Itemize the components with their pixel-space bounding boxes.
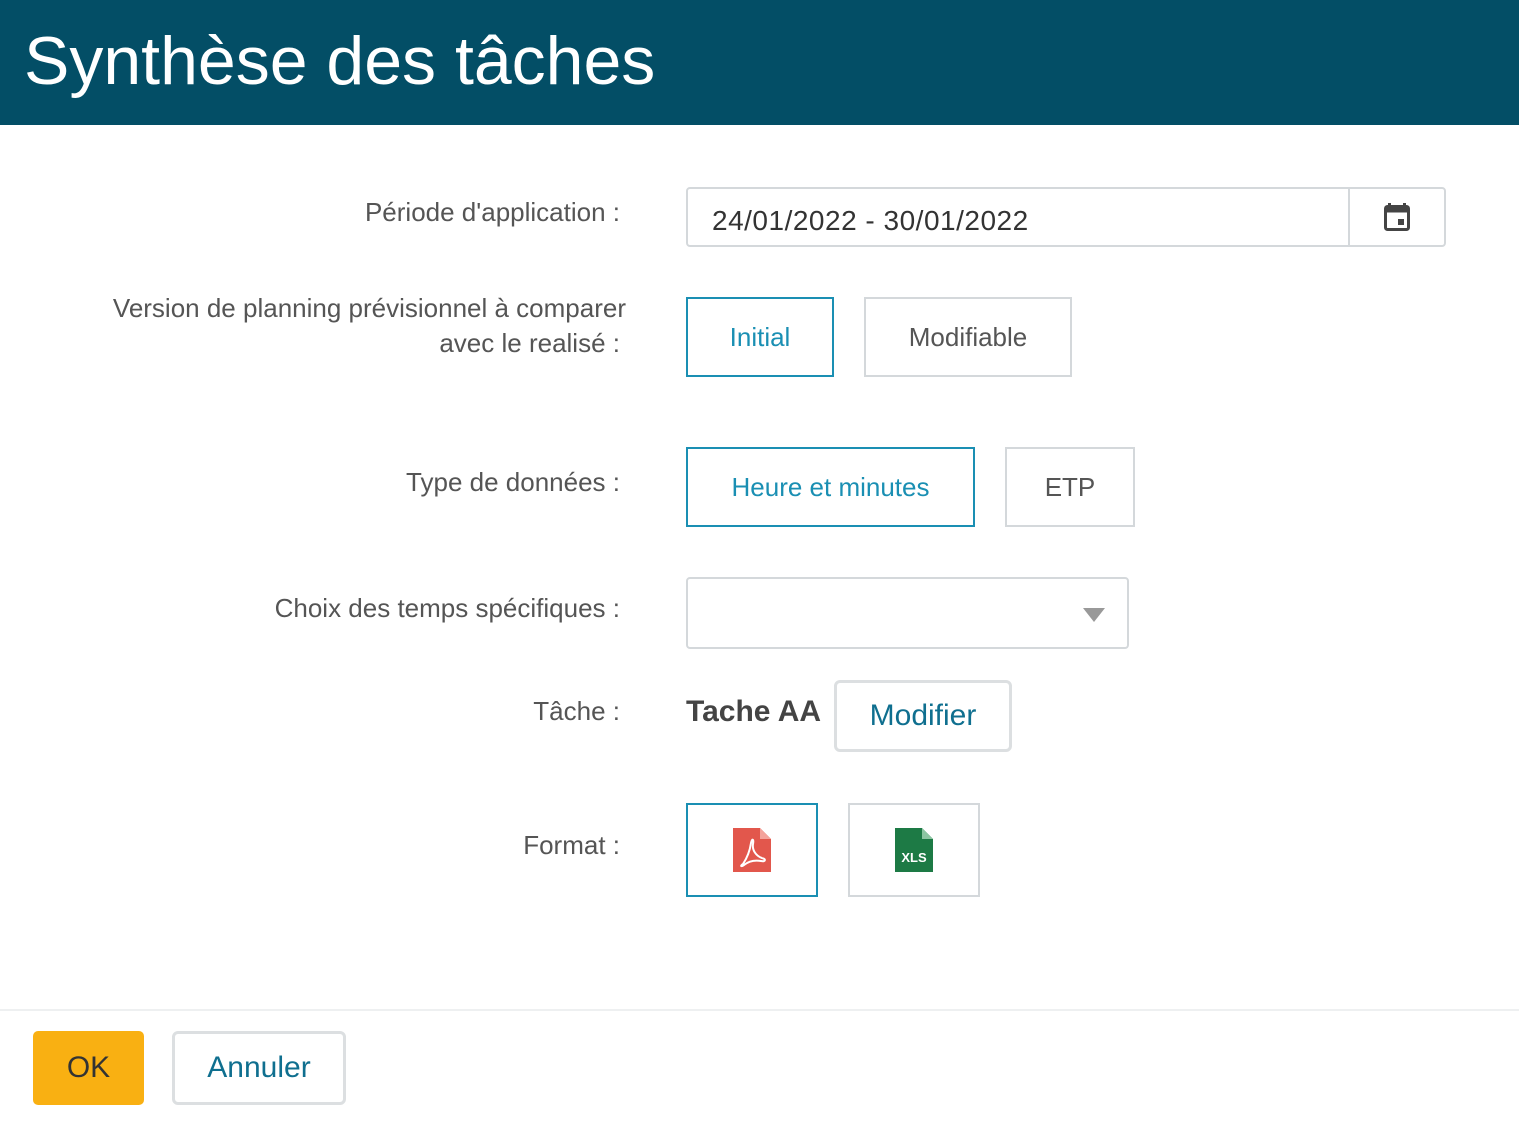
- version-label-line1: Version de planning prévisionnel à compa…: [112, 293, 626, 323]
- task-label: Tâche :: [533, 696, 620, 726]
- xls-file-icon: XLS: [895, 828, 933, 872]
- format-xls-button[interactable]: XLS: [848, 803, 980, 897]
- version-modifiable-button[interactable]: Modifiable: [864, 297, 1072, 377]
- specific-times-label: Choix des temps spécifiques :: [274, 593, 620, 623]
- task-name: Tache AA: [686, 695, 822, 728]
- date-range-value: 24/01/2022 - 30/01/2022: [712, 205, 1029, 236]
- pdf-file-icon: [733, 828, 771, 872]
- data-type-etp-button[interactable]: ETP: [1005, 447, 1135, 527]
- dialog-header: Synthèse des tâches: [0, 0, 1519, 125]
- data-type-hours-button[interactable]: Heure et minutes: [686, 447, 975, 527]
- specific-times-select[interactable]: [686, 577, 1129, 649]
- dialog-title: Synthèse des tâches: [24, 23, 656, 99]
- format-label: Format :: [523, 830, 620, 860]
- footer-divider: [0, 1009, 1519, 1011]
- format-pdf-button[interactable]: [686, 803, 818, 897]
- period-label: Période d'application :: [364, 197, 620, 227]
- version-label-line2: avec le realisé :: [439, 328, 620, 358]
- ok-button[interactable]: OK: [33, 1031, 144, 1105]
- xls-badge-text: XLS: [901, 850, 927, 865]
- modify-task-button[interactable]: Modifier: [834, 680, 1012, 752]
- cancel-button[interactable]: Annuler: [172, 1031, 346, 1105]
- data-type-label: Type de données :: [406, 467, 620, 497]
- chevron-down-icon: [1083, 608, 1105, 622]
- version-initial-button[interactable]: Initial: [686, 297, 834, 377]
- date-range-field[interactable]: 24/01/2022 - 30/01/2022: [686, 187, 1446, 247]
- version-label: Version de planning prévisionnel à compa…: [113, 291, 626, 361]
- calendar-icon: [1384, 203, 1410, 231]
- calendar-button[interactable]: [1348, 189, 1444, 245]
